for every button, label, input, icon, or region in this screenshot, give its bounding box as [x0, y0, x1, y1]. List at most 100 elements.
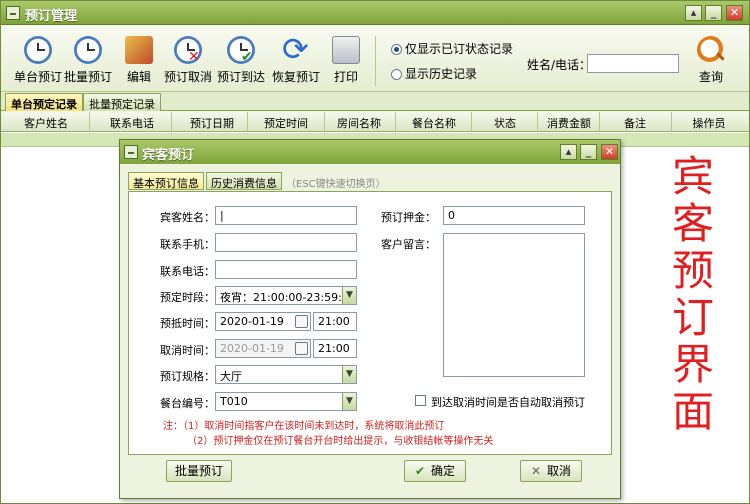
- message-textarea[interactable]: [443, 233, 585, 377]
- tab-batch-records[interactable]: 批量预定记录: [83, 93, 161, 111]
- mobile-input[interactable]: [215, 233, 357, 252]
- col-divider: [599, 112, 600, 132]
- window-minimize-button[interactable]: _: [705, 5, 722, 21]
- reservation-management-window: 预订管理 ▴ _ ✕ 单台预订 批量预订 编辑 预订取消 预订到达 恢复预订: [0, 0, 750, 504]
- dialog-title: 宾客预订: [142, 148, 195, 163]
- arrive-time-input[interactable]: 21:00: [313, 312, 357, 331]
- window-icon: [6, 6, 20, 20]
- arrive-booking-button[interactable]: 预订到达: [214, 32, 268, 88]
- cancel-booking-button[interactable]: 预订取消: [161, 32, 215, 88]
- clock-cancel-icon: [174, 36, 202, 64]
- deposit-input[interactable]: 0: [443, 206, 585, 225]
- arrive-booking-label: 预订到达: [216, 70, 265, 84]
- toolbar: 单台预订 批量预订 编辑 预订取消 预订到达 恢复预订 打印 仅显示已订状态记: [1, 26, 749, 92]
- dialog-icon: [124, 145, 138, 159]
- period-value: 夜宵：21:00:00-23:59:5: [220, 291, 349, 304]
- print-button[interactable]: 打印: [329, 32, 363, 88]
- arrive-label: 预抵时间：: [160, 317, 215, 330]
- batch-booking-dialog-button[interactable]: 批量预订: [166, 460, 232, 482]
- note-line-1: 注：（1）取消时间指客户在该时间未到达时，系统将取消此预订: [163, 421, 445, 432]
- guest-name-input[interactable]: |: [215, 206, 357, 225]
- grid-header: 客户姓名 联系电话 预订日期 预定时间 房间名称 餐台名称 状态 消费金额 备注…: [1, 112, 749, 132]
- auto-cancel-checkbox[interactable]: [415, 395, 426, 406]
- chevron-down-icon[interactable]: ▼: [342, 393, 356, 410]
- batch-booking-label: 批量预订: [63, 70, 112, 84]
- col-booking-date[interactable]: 预订日期: [177, 115, 247, 131]
- radio-booked-only[interactable]: 仅显示已订状态记录: [391, 40, 513, 57]
- toolbar-separator: [375, 36, 376, 86]
- period-select[interactable]: 夜宵：21:00:00-23:59:5 ▼: [215, 286, 357, 305]
- ok-label: 确定: [431, 464, 456, 478]
- table-number-select[interactable]: T010 ▼: [215, 392, 357, 411]
- search-icon: [697, 36, 725, 64]
- radio-history[interactable]: 显示历史记录: [391, 65, 477, 82]
- restore-booking-button[interactable]: 恢复预订: [269, 30, 323, 88]
- window-restore-button[interactable]: ▴: [685, 5, 702, 21]
- window-close-button[interactable]: ✕: [726, 5, 743, 21]
- col-divider: [537, 112, 538, 132]
- tab-history-consumption[interactable]: 历史消费信息: [206, 172, 282, 190]
- edit-book-icon: [125, 36, 153, 64]
- mobile-label: 联系手机：: [160, 238, 215, 251]
- side-caption-char: 宾: [671, 152, 714, 201]
- cancel-time-label: 取消时间：: [160, 344, 215, 357]
- side-caption-char: 面: [671, 387, 714, 436]
- spec-select[interactable]: 大厅 ▼: [215, 365, 357, 384]
- period-label: 预定时段：: [160, 291, 215, 304]
- tab-basic-info[interactable]: 基本预订信息: [128, 172, 204, 190]
- chevron-down-icon[interactable]: ▼: [342, 366, 356, 383]
- printer-icon: [332, 36, 360, 64]
- col-amount[interactable]: 消费金额: [539, 115, 599, 131]
- guest-name-label: 宾客姓名：: [160, 211, 215, 224]
- search-button[interactable]: 查询: [693, 32, 729, 88]
- records-tabbar: 单台预定记录 批量预定记录: [1, 92, 749, 111]
- radio-dot: [391, 69, 402, 80]
- cancel-button[interactable]: ✕ 取消: [520, 460, 582, 482]
- dialog-minimize-button[interactable]: _: [580, 144, 597, 160]
- ok-button[interactable]: ✔ 确定: [404, 460, 466, 482]
- edit-button[interactable]: 编辑: [119, 32, 159, 88]
- col-table-name[interactable]: 餐台名称: [399, 115, 469, 131]
- basic-info-panel: 宾客姓名： | 联系手机： 联系电话： 预定时段： 夜宵：21:00:00-23…: [128, 191, 612, 455]
- dialog-restore-button[interactable]: ▴: [560, 144, 577, 160]
- name-phone-input[interactable]: [587, 54, 679, 73]
- radio-history-label: 显示历史记录: [405, 67, 478, 81]
- col-divider: [171, 112, 172, 132]
- col-room-name[interactable]: 房间名称: [327, 115, 391, 131]
- radio-dot-selected: [391, 44, 402, 55]
- table-number-value: T010: [220, 395, 248, 408]
- col-operator[interactable]: 操作员: [677, 115, 741, 131]
- note-line-2: （2）预订押金仅在预订餐台开台时给出提示，与收银结帐等操作无关: [187, 436, 494, 447]
- col-booking-time[interactable]: 预定时间: [251, 115, 321, 131]
- single-booking-label: 单台预订: [13, 70, 62, 84]
- calendar-icon[interactable]: [295, 315, 308, 328]
- spec-value: 大厅: [220, 370, 242, 383]
- spec-label: 预订规格：: [160, 370, 215, 383]
- col-remark[interactable]: 备注: [605, 115, 665, 131]
- col-divider: [671, 112, 672, 132]
- close-icon: ✕: [530, 464, 542, 478]
- tab-single-records[interactable]: 单台预定记录: [5, 93, 83, 111]
- dialog-close-button[interactable]: ✕: [601, 144, 618, 160]
- col-customer-name[interactable]: 客户姓名: [11, 115, 81, 131]
- dialog-titlebar: 宾客预订 ▴ _ ✕: [120, 140, 620, 164]
- phone-input[interactable]: [215, 260, 357, 279]
- side-caption-char: 客: [671, 199, 714, 248]
- side-caption: 宾 客 预 订 界 面: [653, 153, 733, 435]
- single-booking-button[interactable]: 单台预订: [9, 32, 67, 88]
- search-label: 查询: [698, 70, 723, 84]
- clock-check-icon: [227, 36, 255, 64]
- col-divider: [89, 112, 90, 132]
- restore-booking-label: 恢复预订: [271, 70, 320, 84]
- calendar-icon[interactable]: [295, 342, 308, 355]
- guest-booking-dialog: 宾客预订 ▴ _ ✕ 基本预订信息 历史消费信息 （ESC键快速切换页） 宾客姓…: [119, 139, 621, 499]
- col-phone[interactable]: 联系电话: [97, 115, 167, 131]
- cancel-time-input[interactable]: 21:00: [313, 339, 357, 358]
- cancel-booking-label: 预订取消: [163, 70, 212, 84]
- col-divider: [324, 112, 325, 132]
- batch-booking-button[interactable]: 批量预订: [61, 32, 115, 88]
- window-titlebar: 预订管理 ▴ _ ✕: [1, 1, 749, 25]
- col-status[interactable]: 状态: [475, 115, 535, 131]
- side-caption-char: 订: [671, 293, 714, 342]
- chevron-down-icon[interactable]: ▼: [342, 287, 356, 304]
